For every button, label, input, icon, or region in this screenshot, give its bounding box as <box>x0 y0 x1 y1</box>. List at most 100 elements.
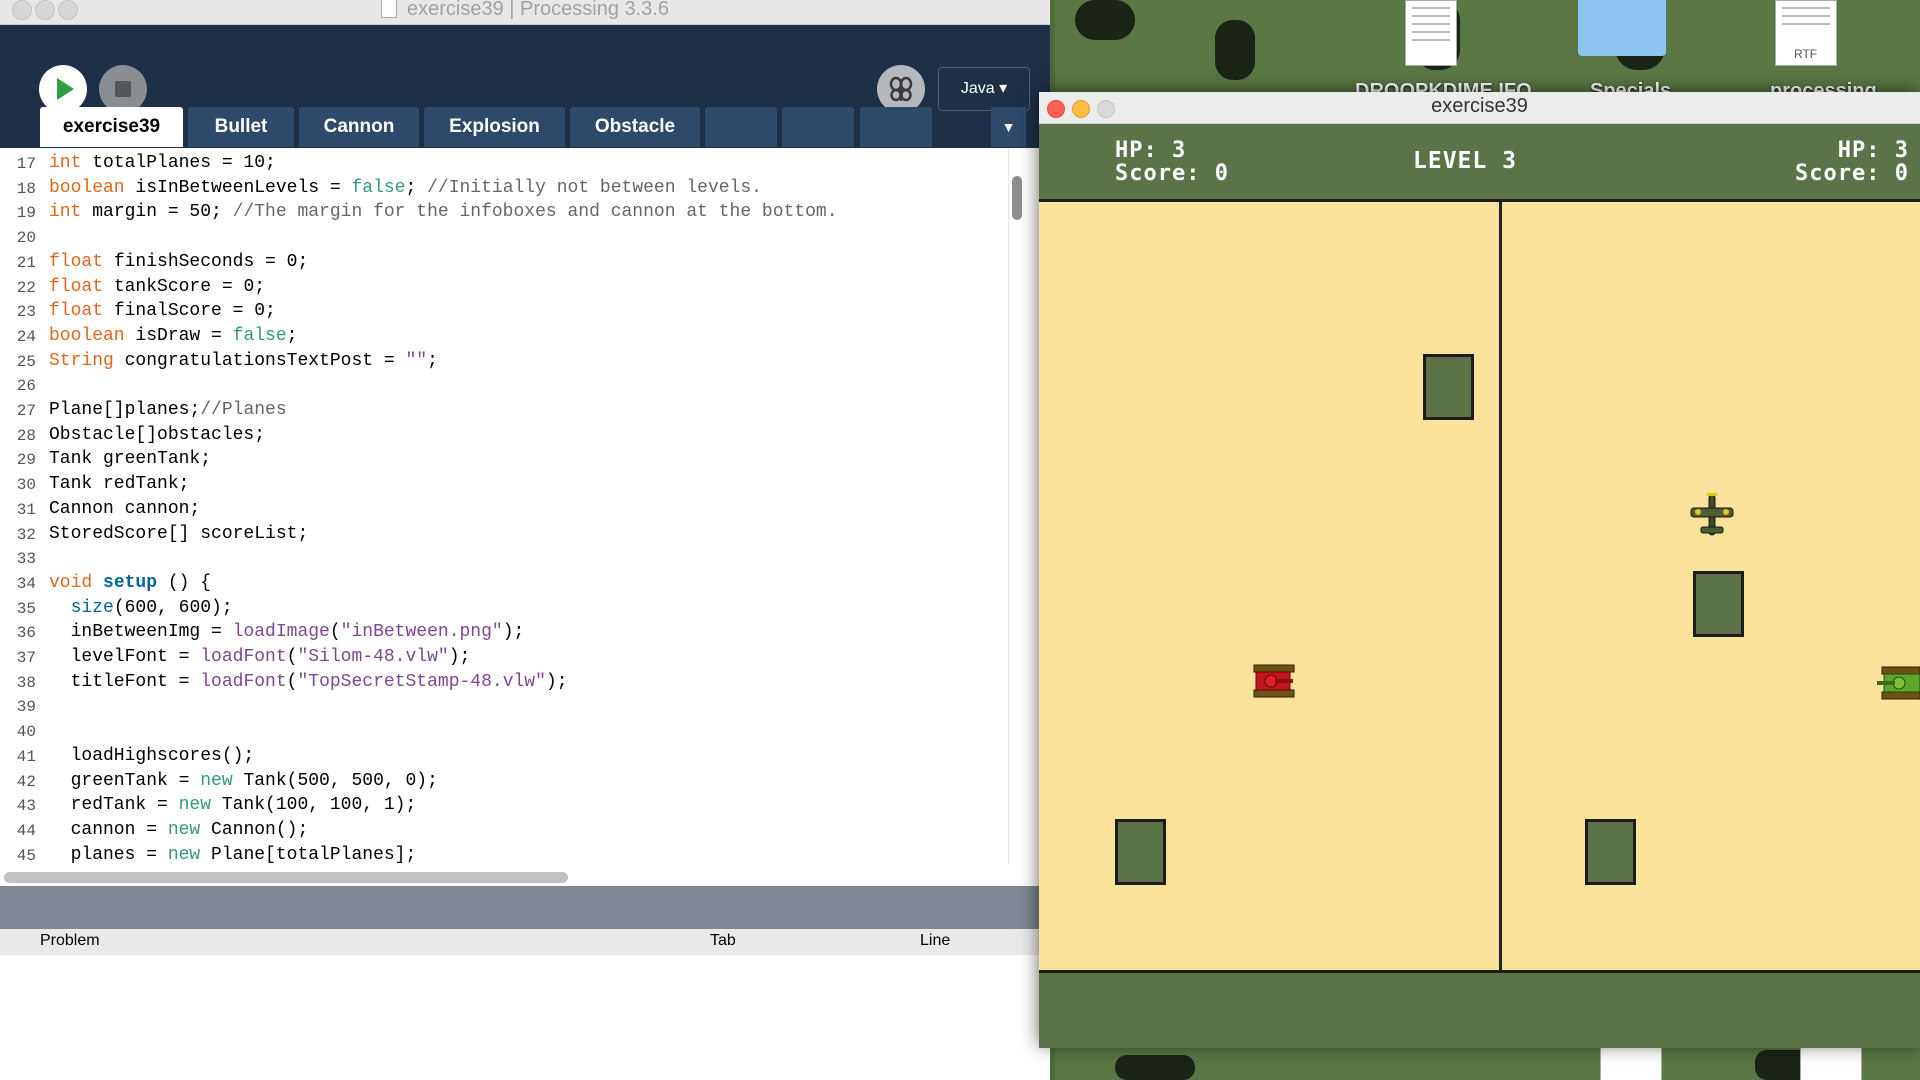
butterfly-icon <box>889 76 913 102</box>
code-line[interactable]: levelFont = loadFont("Silom-48.vlw"); <box>49 647 471 667</box>
code-editor[interactable]: 17 18 19 20 21 22 23 24 25 26 27 28 29 30 31 32 33 34 35 36… <box>0 148 1036 868</box>
line-number: 34 <box>16 574 36 593</box>
line-number: 21 <box>16 253 36 272</box>
line-number: 40 <box>16 723 36 742</box>
line-number: 45 <box>16 846 36 865</box>
line-number: 39 <box>16 698 36 717</box>
code-line[interactable]: boolean isInBetweenLevels = false; //Ini… <box>49 178 762 198</box>
code-line[interactable]: Obstacle[]obstacles; <box>49 425 265 445</box>
console-area <box>0 886 1050 929</box>
document-icon[interactable] <box>1600 1045 1662 1080</box>
code-line[interactable]: Plane[]planes;//Planes <box>49 400 287 420</box>
column-header-problem[interactable]: Problem <box>40 932 100 950</box>
line-number: 27 <box>16 402 36 420</box>
code-line[interactable]: int margin = 50; //The margin for the in… <box>49 202 838 222</box>
tab-obstacle[interactable]: Obstacle <box>570 107 700 147</box>
code-line[interactable]: float finishSeconds = 0; <box>49 252 308 272</box>
code-line[interactable]: titleFont = loadFont("TopSecretStamp-48.… <box>49 672 568 692</box>
problems-table-header: Problem Tab Line <box>0 929 1050 955</box>
level-label: LEVEL 3 <box>1413 148 1517 174</box>
vertical-scrollbar[interactable] <box>1012 176 1022 220</box>
left-field <box>1039 202 1499 972</box>
horizontal-scrollbar[interactable] <box>4 872 568 883</box>
tab-empty[interactable] <box>860 107 932 147</box>
camo-pattern <box>1215 20 1255 80</box>
camo-pattern <box>1075 0 1135 40</box>
code-line[interactable]: inBetweenImg = loadImage("inBetween.png"… <box>49 622 525 642</box>
folder-icon[interactable] <box>1578 0 1666 56</box>
tab-explosion[interactable]: Explosion <box>424 107 565 147</box>
right-hp: HP: 3 <box>1837 138 1909 163</box>
tab-empty[interactable] <box>705 107 777 147</box>
line-number: 42 <box>16 772 36 791</box>
code-line[interactable]: float finalScore = 0; <box>49 301 276 321</box>
line-number: 35 <box>16 599 36 618</box>
line-number: 23 <box>16 303 36 322</box>
ide-titlebar[interactable]: exercise39 | Processing 3.3.6 <box>0 0 1050 25</box>
code-line[interactable]: planes = new Plane[totalPlanes]; <box>49 845 417 865</box>
line-number: 36 <box>16 624 36 643</box>
obstacle <box>1693 571 1744 637</box>
tab-exercise39[interactable]: exercise39 <box>40 107 183 147</box>
line-number: 28 <box>16 426 36 445</box>
game-canvas[interactable]: HP: 3 Score: 0 LEVEL 3 HP: 3 Score: 0 <box>1039 124 1920 1048</box>
line-number: 26 <box>16 377 36 396</box>
file-icon <box>380 0 397 18</box>
code-line[interactable]: size(600, 600); <box>49 598 233 618</box>
sketch-window: exercise39 HP: 3 Score: 0 LEVEL 3 HP: 3 … <box>1039 92 1920 1048</box>
code-line[interactable]: Tank greenTank; <box>49 449 211 469</box>
sketch-titlebar[interactable]: exercise39 <box>1039 92 1920 124</box>
code-line[interactable]: String congratulationsTextPost = ""; <box>49 351 438 371</box>
line-number: 43 <box>16 797 36 816</box>
code-line[interactable]: StoredScore[] scoreList; <box>49 524 308 544</box>
mode-selector[interactable]: Java ▾ <box>938 67 1030 111</box>
document-icon[interactable] <box>1405 0 1457 66</box>
column-header-line[interactable]: Line <box>920 932 950 950</box>
code-line[interactable]: boolean isDraw = false; <box>49 326 297 346</box>
hud-bar: HP: 3 Score: 0 LEVEL 3 HP: 3 Score: 0 <box>1039 124 1920 202</box>
line-number: 25 <box>16 352 36 371</box>
line-number: 18 <box>16 179 36 198</box>
problems-list <box>0 955 1050 1080</box>
ide-window-title: exercise39 | Processing 3.3.6 <box>406 0 669 20</box>
code-line[interactable]: redTank = new Tank(100, 100, 1); <box>49 795 417 815</box>
code-line[interactable]: int totalPlanes = 10; <box>49 153 276 173</box>
mode-label: Java <box>960 80 995 97</box>
red-tank <box>1253 664 1295 698</box>
document-icon[interactable] <box>1800 1045 1862 1080</box>
line-number-gutter: 17 18 19 20 21 22 23 24 25 26 27 28 29 30 31 32 33 34 35 36… <box>0 148 39 868</box>
bottom-bar <box>1039 970 1920 1048</box>
camo-pattern <box>1115 1055 1195 1080</box>
right-score: Score: 0 <box>1795 161 1909 186</box>
line-number: 32 <box>16 525 36 544</box>
line-number: 41 <box>16 747 36 766</box>
line-number: 38 <box>16 673 36 692</box>
tab-empty[interactable] <box>782 107 854 147</box>
line-number: 17 <box>16 155 36 173</box>
tab-bullet[interactable]: Bullet <box>188 107 294 147</box>
scroll-track <box>1008 148 1009 864</box>
code-line[interactable]: greenTank = new Tank(500, 500, 0); <box>49 771 438 791</box>
debugger-button[interactable] <box>877 65 925 113</box>
code-line[interactable]: void setup () { <box>49 573 211 593</box>
code-line[interactable]: float tankScore = 0; <box>49 277 265 297</box>
line-number: 30 <box>16 476 36 495</box>
code-line[interactable]: cannon = new Cannon(); <box>49 820 309 840</box>
rtf-document-icon[interactable]: RTF <box>1775 0 1837 66</box>
rtf-label: RTF <box>1794 47 1818 61</box>
code-line[interactable]: loadHighscores(); <box>49 746 255 766</box>
obstacle <box>1115 819 1166 885</box>
line-number: 24 <box>16 327 36 346</box>
obstacle <box>1423 354 1474 420</box>
stop-button[interactable] <box>99 65 147 113</box>
run-button[interactable] <box>39 65 87 113</box>
plane <box>1690 493 1734 536</box>
sketch-window-title: exercise39 <box>1431 95 1528 117</box>
column-header-tab[interactable]: Tab <box>710 932 736 950</box>
dropdown-arrow-icon: ▾ <box>999 80 1008 97</box>
code-line[interactable]: Cannon cannon; <box>49 499 200 519</box>
code-line[interactable]: Tank redTank; <box>49 474 189 494</box>
tab-cannon[interactable]: Cannon <box>299 107 419 147</box>
line-number: 19 <box>16 204 36 223</box>
tab-menu-button[interactable]: ▼ <box>991 107 1026 147</box>
